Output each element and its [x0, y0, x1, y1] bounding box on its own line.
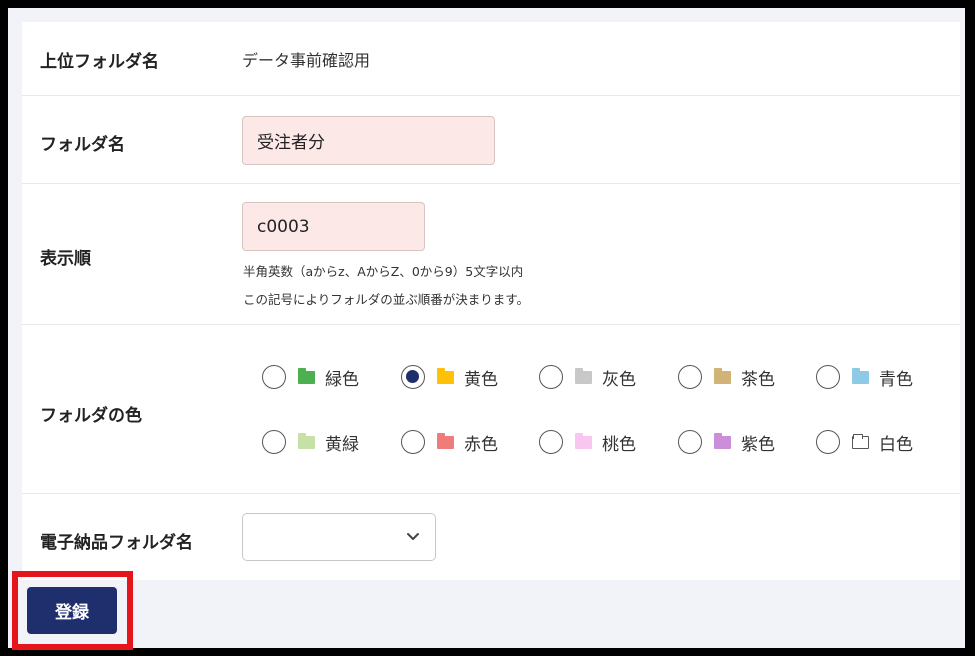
folder-icon: [437, 432, 454, 449]
folder-color-option[interactable]: 紫色: [678, 428, 775, 456]
folder-color-option-label: 青色: [879, 369, 913, 390]
radio-button[interactable]: [539, 365, 563, 389]
radio-button[interactable]: [262, 365, 286, 389]
folder-color-option-label: 灰色: [602, 369, 636, 390]
parent-folder-label: 上位フォルダ名: [40, 52, 159, 72]
folder-icon: [298, 432, 315, 449]
folder-color-option-label: 黄緑: [325, 434, 359, 455]
folder-icon: [575, 367, 592, 384]
folder-color-label: フォルダの色: [40, 406, 142, 426]
electronic-folder-label: 電子納品フォルダ名: [40, 533, 193, 553]
folder-color-option[interactable]: 白色: [816, 428, 913, 456]
folder-name-row: フォルダ名 受注者分: [22, 95, 960, 183]
radio-button[interactable]: [262, 430, 286, 454]
folder-color-option-label: 緑色: [325, 369, 359, 390]
radio-button[interactable]: [401, 365, 425, 389]
folder-icon: [575, 432, 592, 449]
form-window: 上位フォルダ名 データ事前確認用 フォルダ名 受注者分 表示順 c0003 半角…: [8, 8, 965, 650]
chevron-down-icon: [407, 533, 419, 540]
folder-icon: [852, 367, 869, 384]
radio-button[interactable]: [678, 430, 702, 454]
folder-color-option[interactable]: 茶色: [678, 363, 775, 391]
radio-button[interactable]: [539, 430, 563, 454]
parent-folder-row: 上位フォルダ名 データ事前確認用: [22, 22, 960, 95]
folder-color-row: フォルダの色 緑色 黄色 灰色 茶色 青色黄緑 赤色 桃色 紫色 白色: [22, 324, 960, 493]
folder-color-option-label: 赤色: [464, 434, 498, 455]
folder-color-option[interactable]: 灰色: [539, 363, 636, 391]
display-order-hint-purpose: この記号によりフォルダの並ぶ順番が決まります。: [243, 292, 530, 307]
electronic-folder-select[interactable]: [242, 513, 436, 561]
display-order-input[interactable]: c0003: [242, 202, 425, 251]
folder-color-option[interactable]: 赤色: [401, 428, 498, 456]
folder-name-label: フォルダ名: [40, 135, 125, 155]
folder-color-option-label: 黄色: [464, 369, 498, 390]
radio-button[interactable]: [816, 365, 840, 389]
folder-color-option-label: 白色: [879, 434, 913, 455]
folder-color-option[interactable]: 黄色: [401, 363, 498, 391]
folder-color-option-label: 紫色: [741, 434, 775, 455]
radio-button[interactable]: [401, 430, 425, 454]
radio-button[interactable]: [678, 365, 702, 389]
folder-color-option-label: 桃色: [602, 434, 636, 455]
display-order-row: 表示順 c0003 半角英数（aからz、AからZ、0から9）5文字以内 この記号…: [22, 183, 960, 324]
folder-icon: [437, 367, 454, 384]
radio-button[interactable]: [816, 430, 840, 454]
folder-form-card: 上位フォルダ名 データ事前確認用 フォルダ名 受注者分 表示順 c0003 半角…: [22, 22, 960, 580]
display-order-value: c0003: [257, 216, 310, 237]
folder-icon: [298, 367, 315, 384]
display-order-label: 表示順: [40, 249, 91, 269]
electronic-folder-row: 電子納品フォルダ名: [22, 493, 960, 580]
register-button[interactable]: 登録: [27, 587, 117, 634]
folder-color-option[interactable]: 桃色: [539, 428, 636, 456]
folder-color-option[interactable]: 緑色: [262, 363, 359, 391]
folder-icon: [714, 432, 731, 449]
folder-name-value: 受注者分: [257, 133, 325, 153]
folder-icon: [714, 367, 731, 384]
folder-icon: [852, 433, 869, 449]
folder-color-option[interactable]: 黄緑: [262, 428, 359, 456]
parent-folder-value: データ事前確認用: [242, 51, 371, 70]
folder-color-option[interactable]: 青色: [816, 363, 913, 391]
display-order-hint-format: 半角英数（aからz、AからZ、0から9）5文字以内: [243, 264, 524, 279]
folder-color-option-label: 茶色: [741, 369, 775, 390]
folder-name-input[interactable]: 受注者分: [242, 116, 495, 165]
submit-highlight-box: 登録: [12, 571, 133, 650]
